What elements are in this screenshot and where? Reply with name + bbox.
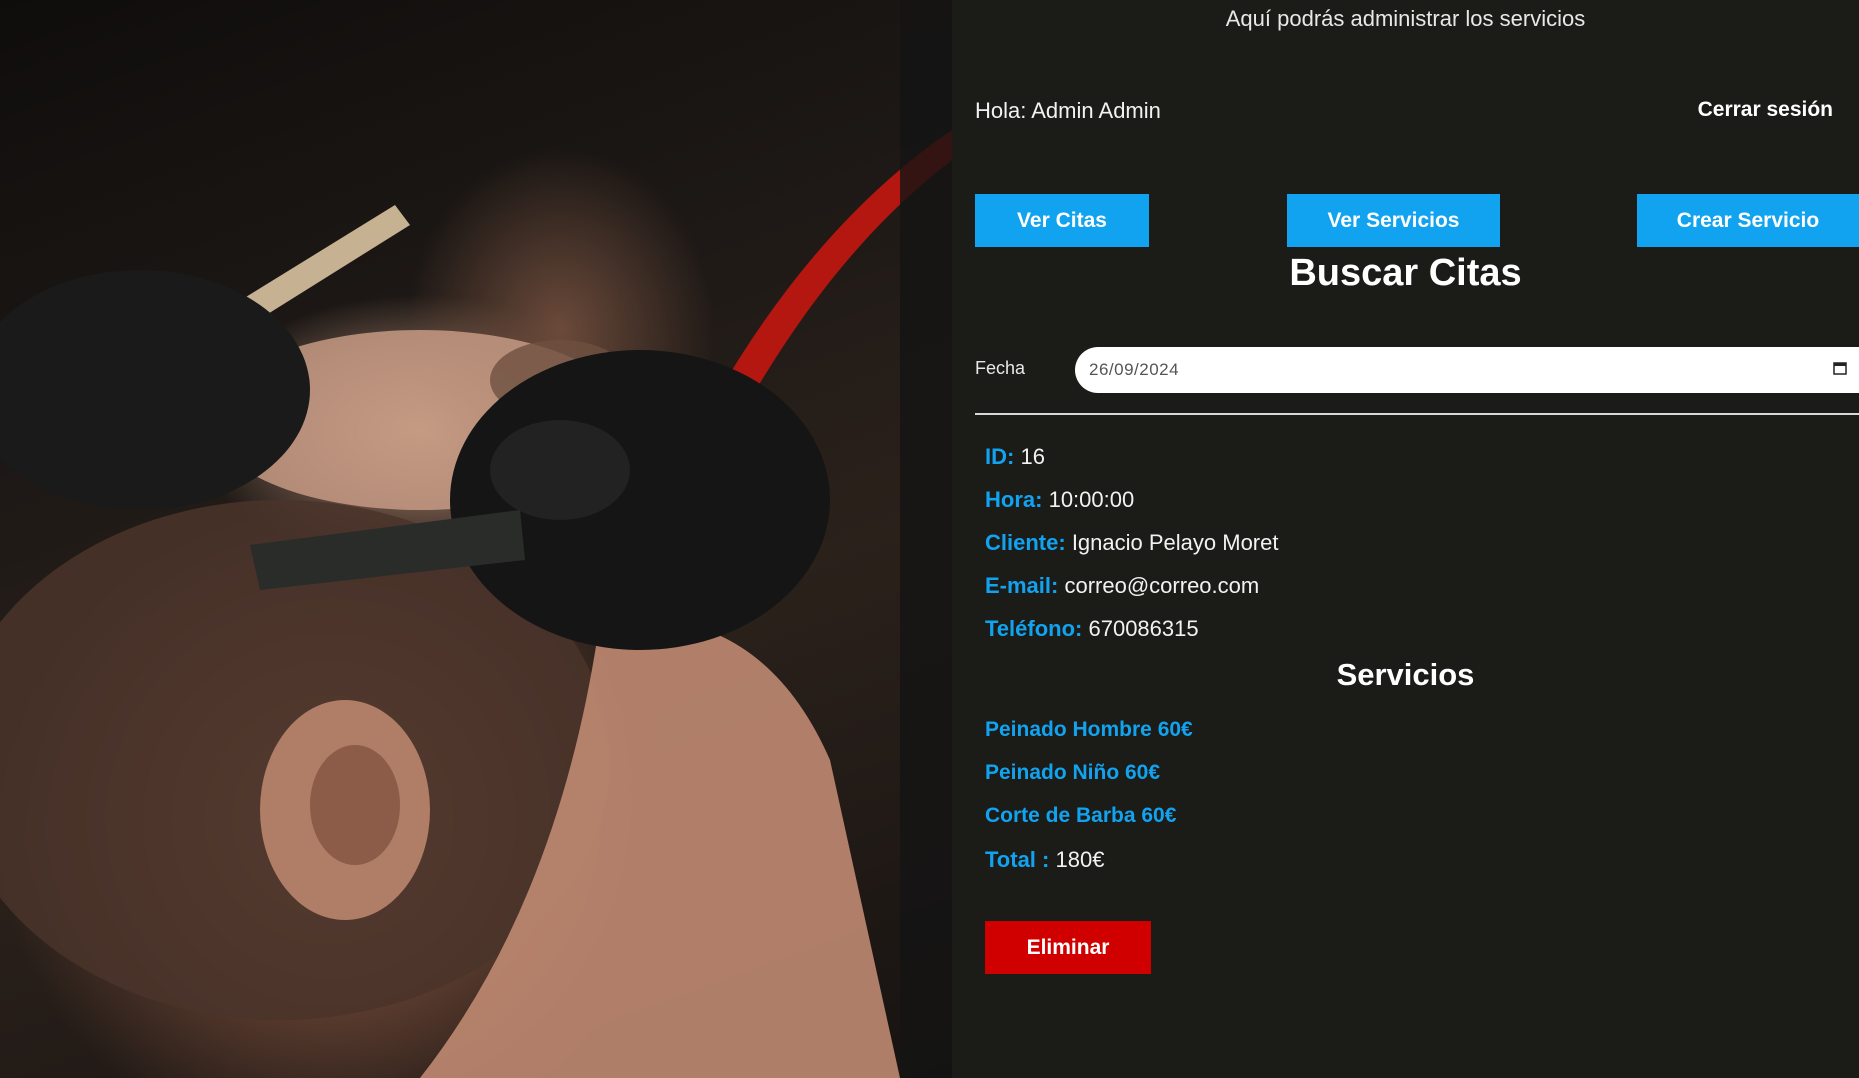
appointment-hora: Hora: 10:00:00 [985,487,1134,513]
crear-servicio-button[interactable]: Crear Servicio [1637,194,1859,247]
services-total: Total : 180€ [985,847,1104,873]
divider [975,413,1859,415]
cliente-value: Ignacio Pelayo Moret [1071,530,1279,555]
admin-panel: Aquí podrás administrar los servicios Ho… [952,0,1859,1078]
appointment-id: ID: 16 [985,444,1045,470]
services-title: Servicios [1336,657,1475,692]
appointment-email: E-mail: correo@correo.com [985,573,1259,599]
service-item: Peinado Hombre 60€ [985,718,1193,741]
date-label: Fecha [975,358,1026,378]
cliente-label: Cliente: [985,530,1066,555]
appointment-telefono: Teléfono: 670086315 [985,616,1199,642]
email-value: correo@correo.com [1064,573,1260,598]
appointment-cliente: Cliente: Ignacio Pelayo Moret [985,530,1278,556]
total-value: 180€ [1055,847,1105,872]
ver-citas-button[interactable]: Ver Citas [975,194,1149,247]
date-input[interactable]: 26/09/2024 [1075,347,1859,393]
service-item: Peinado Niño 60€ [985,761,1161,784]
page-subtitle: Aquí podrás administrar los servicios [1225,6,1586,31]
total-label: Total : [985,847,1050,872]
telefono-label: Teléfono: [985,616,1083,641]
delete-button[interactable]: Eliminar [985,921,1151,974]
logout-link[interactable]: Cerrar sesión [1698,98,1833,122]
email-label: E-mail: [985,573,1059,598]
barber-shaving-photo [0,0,952,1078]
user-greeting: Hola: Admin Admin [975,98,1161,123]
date-value: 26/09/2024 [1089,360,1180,379]
id-value: 16 [1020,444,1045,469]
ver-servicios-button[interactable]: Ver Servicios [1287,194,1500,247]
id-label: ID: [985,444,1015,469]
hora-label: Hora: [985,487,1043,512]
calendar-icon[interactable] [1833,361,1847,375]
search-title: Buscar Citas [1289,252,1522,294]
barber-photo-illustration [0,0,952,1078]
hora-value: 10:00:00 [1048,487,1135,512]
service-item: Corte de Barba 60€ [985,804,1177,827]
telefono-value: 670086315 [1088,616,1199,641]
